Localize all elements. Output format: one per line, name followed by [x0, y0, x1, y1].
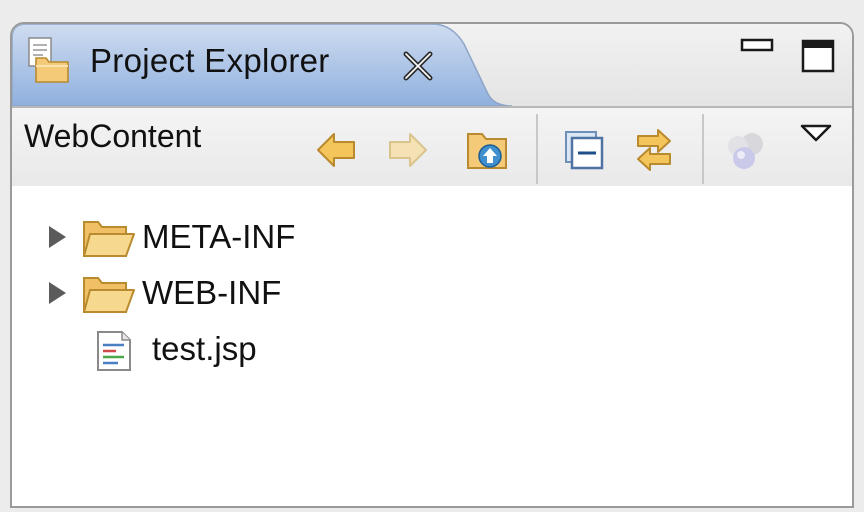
app-frame: Project Explorer WebContent META-INF WEB…: [0, 0, 864, 512]
tree-item-meta-inf[interactable]: META-INF: [12, 212, 852, 264]
close-icon[interactable]: [400, 48, 436, 84]
view-menu-icon[interactable]: [798, 120, 834, 148]
tree-item-web-inf[interactable]: WEB-INF: [12, 268, 852, 320]
tab-project-explorer[interactable]: Project Explorer: [12, 24, 462, 106]
jsp-file-icon: [97, 331, 131, 371]
tree-item-label: META-INF: [142, 218, 296, 255]
breadcrumb[interactable]: WebContent: [24, 118, 201, 155]
tree-item-label: WEB-INF: [142, 274, 282, 311]
folder-icon: [83, 221, 135, 257]
tree-item-test-jsp[interactable]: test.jsp: [12, 324, 852, 376]
arrow-right-icon[interactable]: [384, 126, 432, 174]
minimize-icon[interactable]: [740, 36, 776, 58]
view-title: Project Explorer: [90, 42, 330, 79]
expand-arrow-icon[interactable]: [46, 224, 68, 250]
collapse-all-icon[interactable]: [560, 126, 608, 174]
project-tree: META-INF WEB-INF test.jsp: [12, 186, 852, 506]
maximize-icon[interactable]: [800, 38, 836, 74]
tree-item-label: test.jsp: [152, 330, 257, 367]
working-sets-icon[interactable]: [722, 126, 770, 174]
folder-icon: [83, 277, 135, 313]
link-editor-icon[interactable]: [630, 126, 678, 174]
toolbar-separator: [536, 114, 538, 184]
view-tab-strip: Project Explorer: [12, 24, 852, 106]
project-explorer-view: Project Explorer WebContent META-INF WEB…: [10, 22, 854, 508]
arrow-left-icon[interactable]: [312, 126, 360, 174]
toolbar-separator: [702, 114, 704, 184]
folder-up-icon[interactable]: [464, 126, 512, 174]
view-toolbar: WebContent: [12, 106, 852, 188]
project-explorer-icon: [28, 37, 69, 83]
expand-arrow-icon[interactable]: [46, 280, 68, 306]
